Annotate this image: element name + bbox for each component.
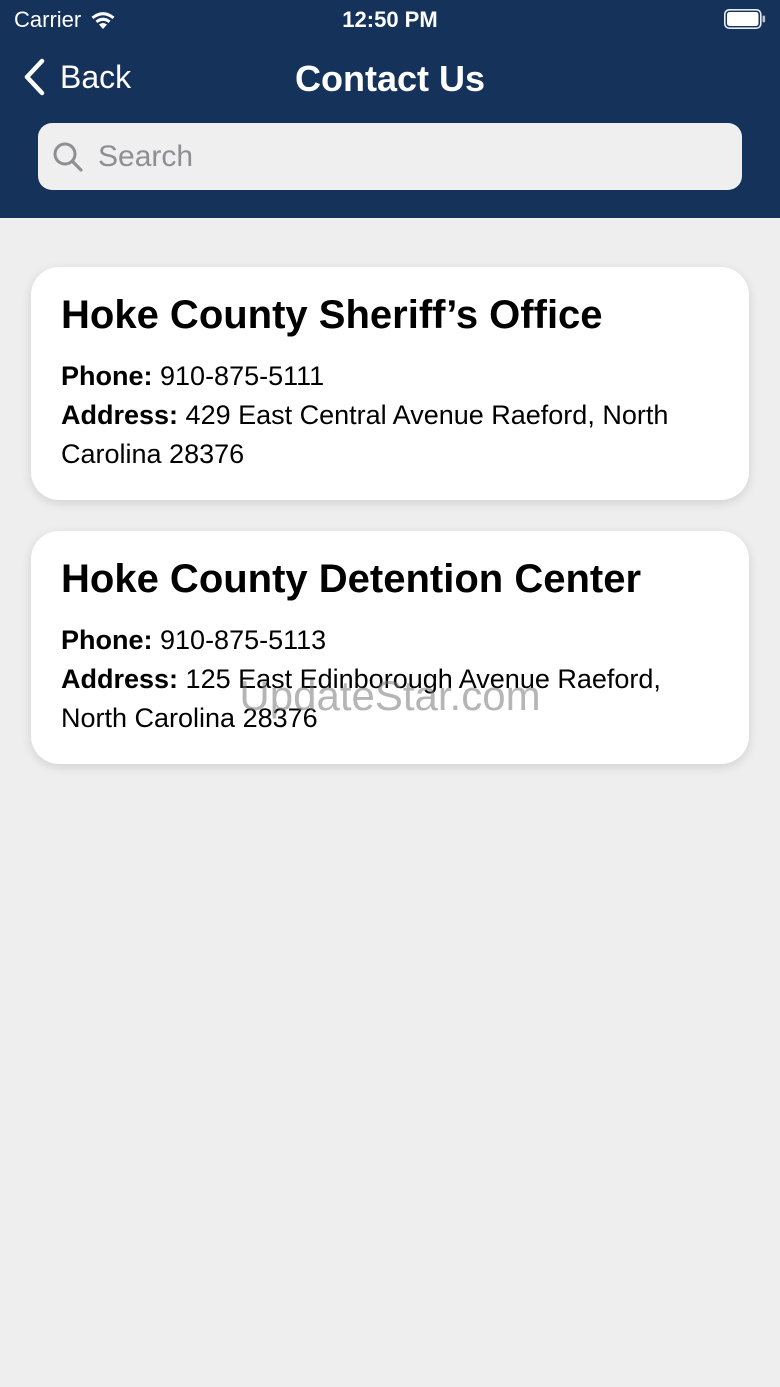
phone-value: 910-875-5111 (160, 361, 325, 391)
address-label: Address: (61, 664, 179, 694)
search-icon (53, 142, 83, 172)
contact-card-sheriffs-office[interactable]: Hoke County Sheriff’s Office Phone: 910-… (31, 267, 749, 500)
address-label: Address: (61, 400, 179, 430)
search-input[interactable] (96, 138, 700, 175)
phone-label: Phone: (61, 625, 153, 655)
contact-card-detention-center[interactable]: Hoke County Detention Center Phone: 910-… (31, 531, 749, 764)
status-time: 12:50 PM (342, 7, 438, 32)
search-bar[interactable] (38, 123, 742, 190)
battery-icon (724, 9, 766, 29)
status-bar: Carrier 12:50 PM (0, 0, 780, 40)
header: Carrier 12:50 PM Back Contact Us (0, 0, 780, 218)
phone-label: Phone: (61, 361, 153, 391)
navigation-bar: Back Contact Us (0, 52, 780, 108)
contact-name: Hoke County Sheriff’s Office (61, 293, 603, 337)
contact-phone[interactable]: Phone: 910-875-5113 (61, 621, 719, 660)
page-title: Contact Us (294, 58, 486, 99)
contact-name: Hoke County Detention Center (61, 557, 642, 601)
phone-value: 910-875-5113 (160, 625, 327, 655)
contact-address[interactable]: Address: 125 East Edinborough Avenue Rae… (61, 660, 719, 738)
contact-phone[interactable]: Phone: 910-875-5111 (61, 357, 719, 396)
contact-address[interactable]: Address: 429 East Central Avenue Raeford… (61, 396, 719, 474)
